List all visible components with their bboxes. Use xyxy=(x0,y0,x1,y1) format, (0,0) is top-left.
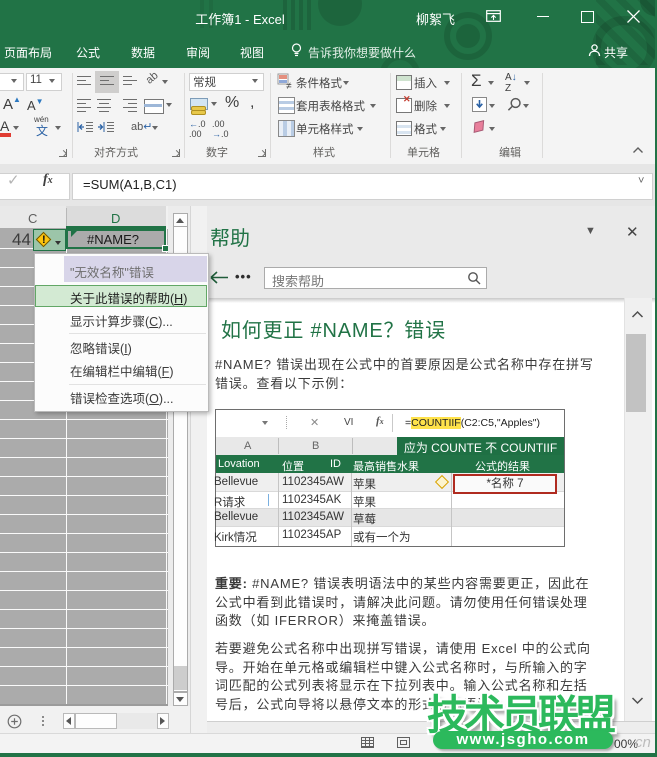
svg-text:≠: ≠ xyxy=(286,81,292,90)
